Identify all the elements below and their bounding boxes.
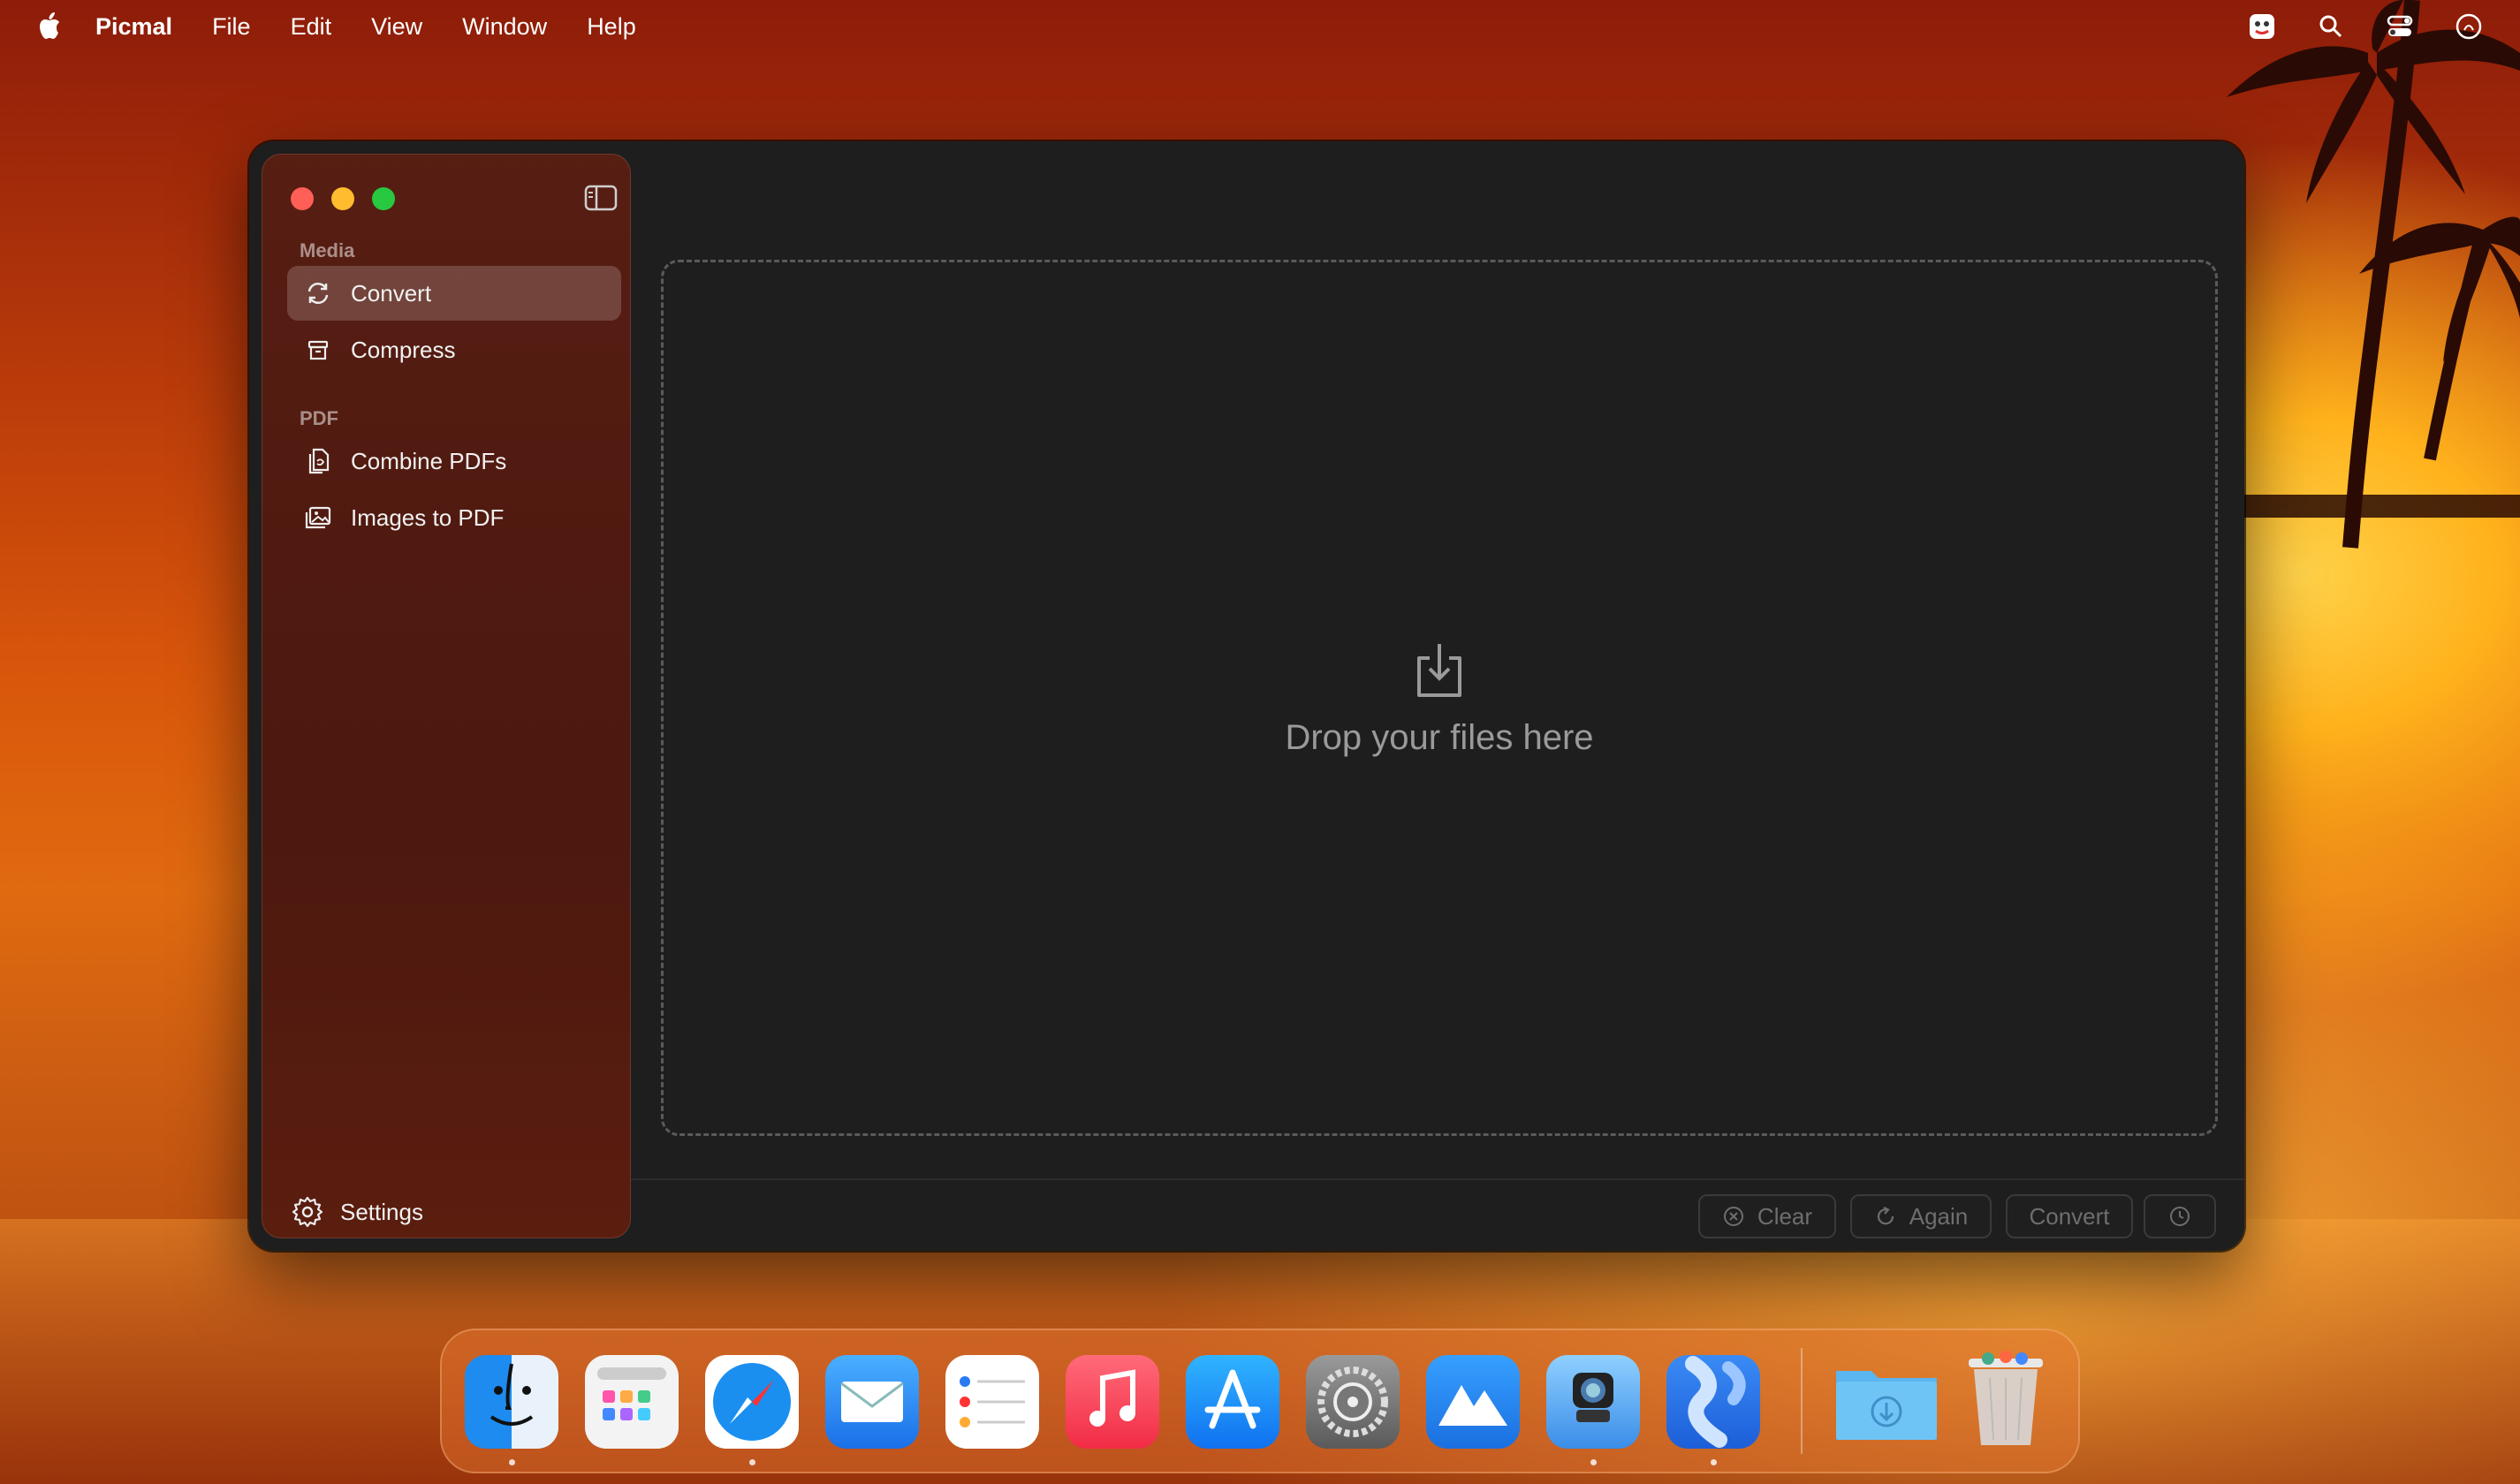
siri-icon[interactable] bbox=[2453, 11, 2485, 42]
dock-mountain-app-icon[interactable] bbox=[1426, 1355, 1520, 1449]
gear-icon bbox=[291, 1195, 324, 1229]
dock-running-indicator bbox=[1711, 1459, 1717, 1465]
dock-preview-icon[interactable] bbox=[1546, 1355, 1640, 1449]
retry-arrow-icon bbox=[1874, 1205, 1897, 1228]
minimize-window-button[interactable] bbox=[331, 187, 354, 210]
convert-button[interactable]: Convert bbox=[2006, 1194, 2133, 1238]
menu-app-name[interactable]: Picmal bbox=[95, 13, 172, 41]
window-controls bbox=[291, 187, 395, 210]
menu-edit[interactable]: Edit bbox=[291, 13, 332, 41]
sidebar-item-label: Images to PDF bbox=[351, 504, 505, 531]
dock-running-indicator bbox=[749, 1459, 755, 1465]
dock-reminders-icon[interactable] bbox=[945, 1355, 1039, 1449]
settings-button[interactable]: Settings bbox=[291, 1195, 423, 1229]
clock-icon bbox=[2168, 1205, 2191, 1228]
images-icon bbox=[303, 503, 333, 533]
dock-app-store-icon[interactable] bbox=[1186, 1355, 1279, 1449]
sidebar-item-label: Compress bbox=[351, 336, 456, 363]
dock-downloads-folder-icon[interactable] bbox=[1833, 1355, 1940, 1449]
apple-logo-icon[interactable] bbox=[35, 11, 64, 42]
dock-safari-icon[interactable] bbox=[705, 1355, 799, 1449]
clear-button[interactable]: Clear bbox=[1698, 1194, 1836, 1238]
convert-label: Convert bbox=[2029, 1202, 2110, 1230]
again-label: Again bbox=[1909, 1202, 1969, 1230]
app-status-icon[interactable] bbox=[2246, 11, 2278, 42]
sidebar-toggle-icon[interactable] bbox=[584, 185, 618, 211]
section-label-media: Media bbox=[300, 239, 355, 261]
dock-trash-icon[interactable] bbox=[1962, 1348, 2050, 1449]
clear-label: Clear bbox=[1757, 1202, 1813, 1230]
sidebar-item-label: Convert bbox=[351, 279, 432, 307]
dock-mail-icon[interactable] bbox=[825, 1355, 919, 1449]
menu-view[interactable]: View bbox=[371, 13, 422, 41]
drop-hint-text: Drop your files here bbox=[1285, 718, 1594, 757]
again-button[interactable]: Again bbox=[1850, 1194, 1992, 1238]
section-label-pdf: PDF bbox=[300, 407, 338, 429]
dock-picmal-icon[interactable] bbox=[1666, 1355, 1760, 1449]
download-tray-icon bbox=[1410, 639, 1469, 700]
sidebar-item-combine-pdfs[interactable]: Combine PDFs bbox=[287, 434, 621, 488]
menu-window[interactable]: Window bbox=[462, 13, 547, 41]
dock-finder-icon[interactable] bbox=[465, 1355, 558, 1449]
dock-running-indicator bbox=[1590, 1459, 1597, 1465]
menu-help[interactable]: Help bbox=[587, 13, 636, 41]
sidebar-item-compress[interactable]: Compress bbox=[287, 322, 621, 377]
menu-bar: Picmal File Edit View Window Help bbox=[0, 0, 2520, 53]
dock-system-settings-icon[interactable] bbox=[1306, 1355, 1400, 1449]
picmal-window: Media Convert Compress PDF Combine PDFs … bbox=[249, 141, 2244, 1251]
drop-content: Drop your files here bbox=[664, 639, 2215, 758]
dock-launchpad-icon[interactable] bbox=[585, 1355, 679, 1449]
sidebar-item-convert[interactable]: Convert bbox=[287, 266, 621, 321]
spotlight-search-icon[interactable] bbox=[2315, 11, 2347, 42]
dock-running-indicator bbox=[509, 1459, 515, 1465]
sidebar-item-label: Combine PDFs bbox=[351, 447, 507, 474]
history-button[interactable] bbox=[2144, 1194, 2216, 1238]
sidebar-item-images-to-pdf[interactable]: Images to PDF bbox=[287, 490, 621, 545]
control-center-icon[interactable] bbox=[2384, 11, 2416, 42]
menu-file[interactable]: File bbox=[212, 13, 251, 41]
combine-pdf-icon bbox=[303, 446, 333, 476]
zoom-window-button[interactable] bbox=[372, 187, 395, 210]
convert-arrows-icon bbox=[303, 278, 333, 308]
archive-box-icon bbox=[303, 335, 333, 365]
clear-x-circle-icon bbox=[1722, 1205, 1745, 1228]
settings-label: Settings bbox=[340, 1198, 423, 1225]
sidebar: Media Convert Compress PDF Combine PDFs … bbox=[262, 154, 631, 1238]
dock-music-icon[interactable] bbox=[1066, 1355, 1159, 1449]
close-window-button[interactable] bbox=[291, 187, 314, 210]
bottom-divider bbox=[631, 1178, 2244, 1180]
file-drop-zone[interactable]: Drop your files here bbox=[661, 260, 2218, 1136]
dock-separator bbox=[1801, 1348, 1803, 1454]
